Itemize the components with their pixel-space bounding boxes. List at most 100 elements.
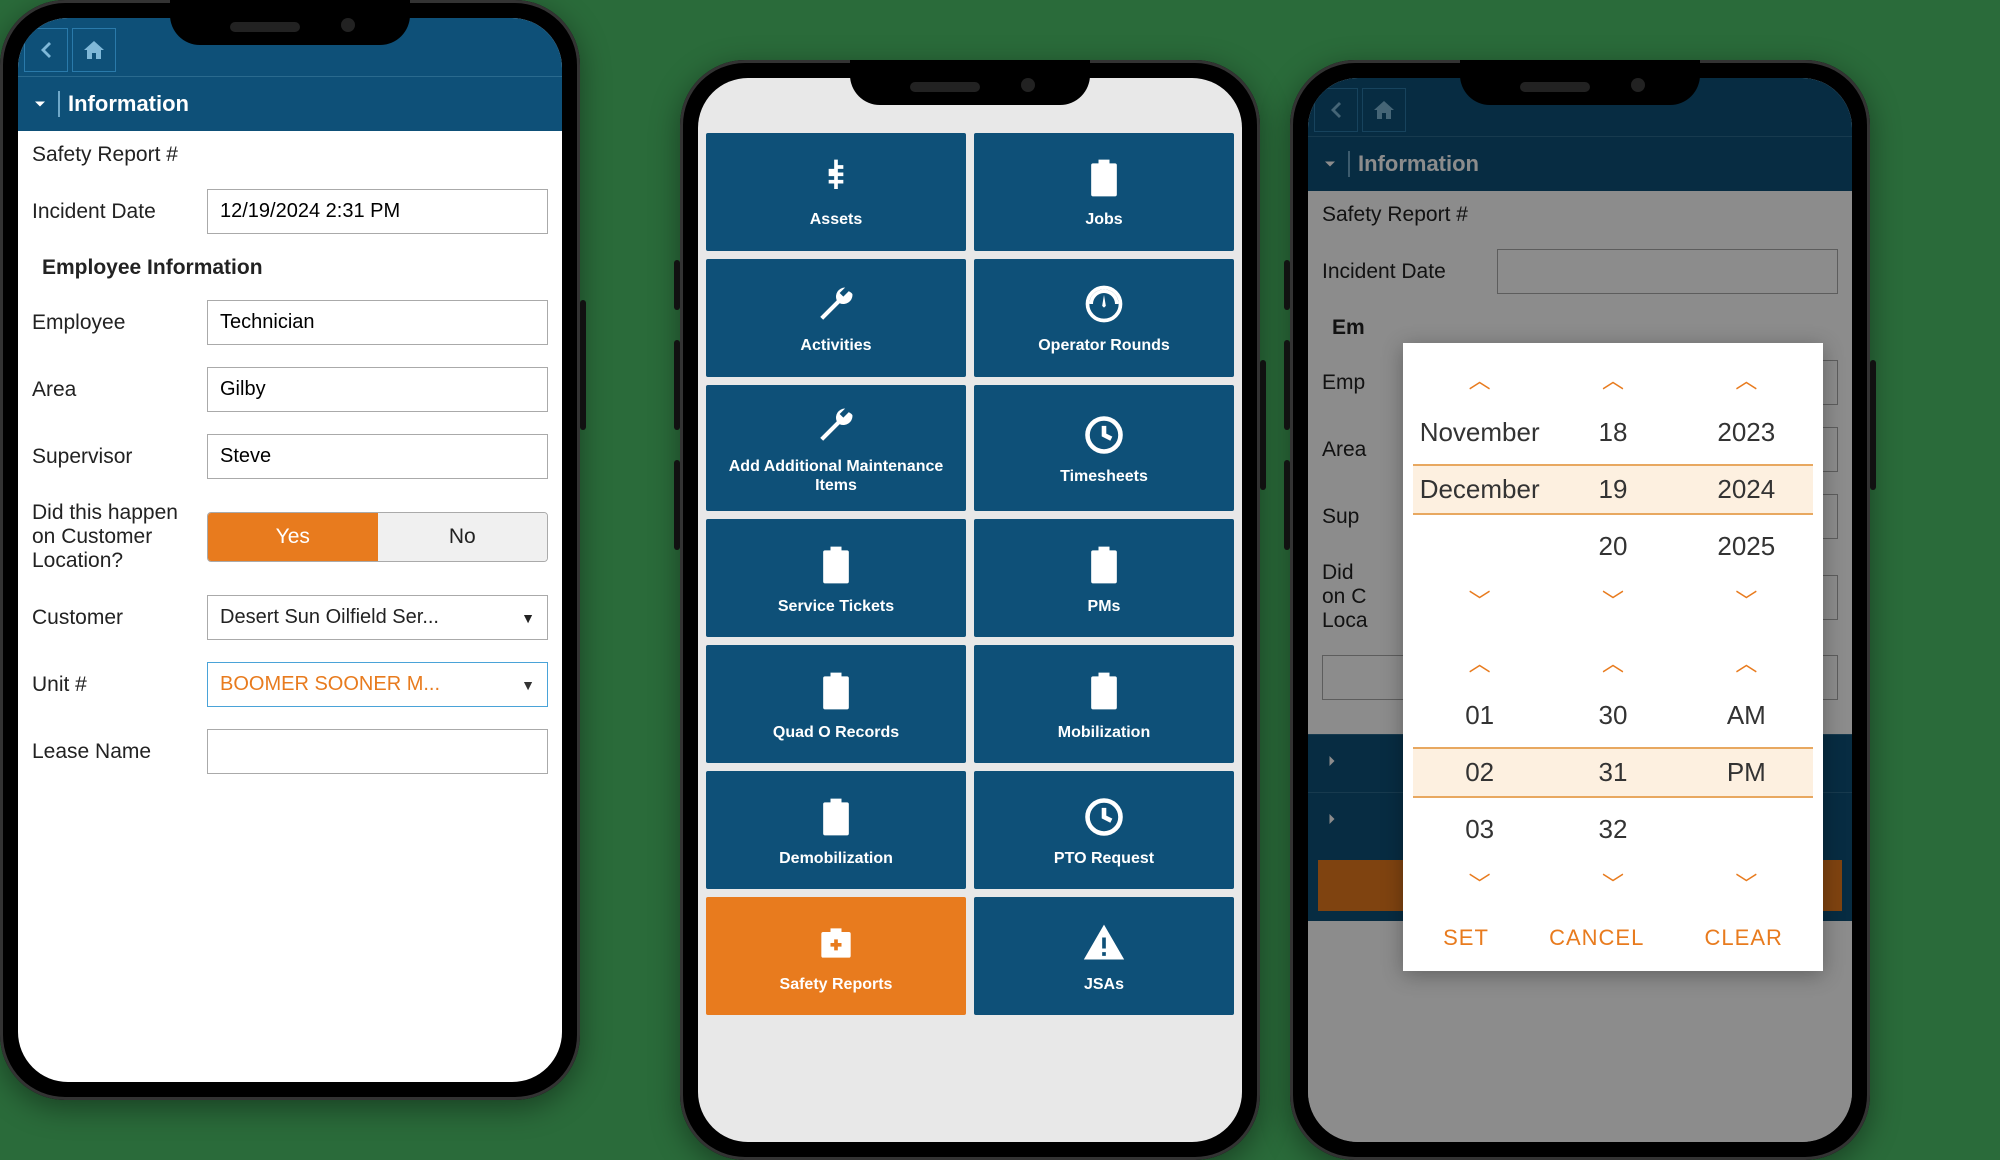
year-selected[interactable]: 2024 [1680, 464, 1813, 515]
clipboard-icon [814, 539, 858, 591]
employee-heading: Employee Information [42, 256, 548, 280]
datetime-picker: ︿ ︿ ︿ November 18 2023 December 19 2024 … [1403, 343, 1823, 971]
picker-clear[interactable]: CLEAR [1705, 925, 1783, 951]
tile-jsas[interactable]: JSAs [974, 897, 1234, 1015]
minute-next[interactable]: 32 [1546, 806, 1679, 853]
lease-input[interactable] [207, 729, 548, 774]
tile-quad-o-records[interactable]: Quad O Records [706, 645, 966, 763]
wrench-icon [814, 399, 858, 451]
tile-label: Jobs [1085, 210, 1122, 229]
tile-pms[interactable]: PMs [974, 519, 1234, 637]
year-next[interactable]: 2025 [1680, 523, 1813, 570]
clock-icon [1082, 409, 1126, 461]
ampm-next[interactable] [1680, 806, 1813, 822]
clipboard-icon [814, 791, 858, 843]
minute-up[interactable]: ︿ [1546, 640, 1679, 684]
clipboard-icon [1082, 665, 1126, 717]
day-prev[interactable]: 18 [1546, 409, 1679, 456]
ampm-prev[interactable]: AM [1680, 692, 1813, 739]
tile-assets[interactable]: Assets [706, 133, 966, 251]
tile-label: Add Additional Maintenance Items [714, 457, 958, 495]
tile-label: Mobilization [1058, 723, 1150, 742]
day-up[interactable]: ︿ [1546, 357, 1679, 401]
hour-next[interactable]: 03 [1413, 806, 1546, 853]
unit-select[interactable]: BOOMER SOONER M... ▼ [207, 662, 548, 707]
label-area: Area [32, 378, 197, 402]
hour-up[interactable]: ︿ [1413, 640, 1546, 684]
clock-icon [1082, 791, 1126, 843]
assets-icon [814, 152, 858, 204]
form-body: Safety Report # Incident Date Employee I… [18, 131, 562, 808]
tile-label: Activities [800, 336, 871, 355]
customer-select[interactable]: Desert Sun Oilfield Ser... ▼ [207, 595, 548, 640]
tile-label: Safety Reports [780, 975, 893, 994]
main-menu-grid: Assets Jobs Activities Operator Rounds Add A… [698, 78, 1242, 1142]
minute-selected[interactable]: 31 [1546, 747, 1679, 798]
label-lease: Lease Name [32, 740, 197, 764]
wrench-icon [814, 278, 858, 330]
caret-down-icon: ▼ [521, 610, 535, 626]
tile-mobilization[interactable]: Mobilization [974, 645, 1234, 763]
tile-label: Demobilization [779, 849, 893, 868]
ampm-up[interactable]: ︿ [1680, 640, 1813, 684]
ampm-selected[interactable]: PM [1680, 747, 1813, 798]
label-employee: Employee [32, 311, 197, 335]
ampm-down[interactable]: ﹀ [1680, 861, 1813, 905]
minute-prev[interactable]: 30 [1546, 692, 1679, 739]
label-report-no: Safety Report # [32, 143, 178, 167]
month-down[interactable]: ﹀ [1413, 578, 1546, 622]
toggle-yes[interactable]: Yes [208, 513, 378, 561]
supervisor-input[interactable] [207, 434, 548, 479]
month-selected[interactable]: December [1413, 464, 1546, 515]
caret-down-icon: ▼ [521, 677, 535, 693]
month-next[interactable] [1413, 523, 1546, 539]
section-header-information[interactable]: Information [18, 76, 562, 131]
section-title: Information [58, 91, 189, 117]
day-selected[interactable]: 19 [1546, 464, 1679, 515]
tile-safety-reports[interactable]: Safety Reports [706, 897, 966, 1015]
tile-add-additional-maintenance-items[interactable]: Add Additional Maintenance Items [706, 385, 966, 511]
chevron-down-icon [30, 94, 50, 114]
chevron-left-icon [34, 38, 58, 62]
phone-datepicker: Information Safety Report # Incident Dat… [1290, 60, 1870, 1160]
year-up[interactable]: ︿ [1680, 357, 1813, 401]
day-next[interactable]: 20 [1546, 523, 1679, 570]
month-up[interactable]: ︿ [1413, 357, 1546, 401]
clipboard-icon [814, 665, 858, 717]
minute-down[interactable]: ﹀ [1546, 861, 1679, 905]
year-prev[interactable]: 2023 [1680, 409, 1813, 456]
tile-operator-rounds[interactable]: Operator Rounds [974, 259, 1234, 377]
tile-label: Assets [810, 210, 862, 229]
label-customer: Customer [32, 606, 197, 630]
phone-form: Information Safety Report # Incident Dat… [0, 0, 580, 1100]
tile-jobs[interactable]: Jobs [974, 133, 1234, 251]
phone-menu: Assets Jobs Activities Operator Rounds Add A… [680, 60, 1260, 1160]
customer-value: Desert Sun Oilfield Ser... [220, 606, 439, 629]
tile-timesheets[interactable]: Timesheets [974, 385, 1234, 511]
hour-prev[interactable]: 01 [1413, 692, 1546, 739]
area-input[interactable] [207, 367, 548, 412]
tile-label: Operator Rounds [1038, 336, 1170, 355]
back-button[interactable] [24, 28, 68, 72]
year-down[interactable]: ﹀ [1680, 578, 1813, 622]
home-button[interactable] [72, 28, 116, 72]
customer-location-toggle: Yes No [207, 512, 548, 562]
tile-label: Service Tickets [778, 597, 894, 616]
tile-service-tickets[interactable]: Service Tickets [706, 519, 966, 637]
tile-demobilization[interactable]: Demobilization [706, 771, 966, 889]
label-unit: Unit # [32, 673, 197, 697]
tile-label: PTO Request [1054, 849, 1154, 868]
hour-selected[interactable]: 02 [1413, 747, 1546, 798]
picker-set[interactable]: SET [1443, 925, 1489, 951]
incident-date-input[interactable] [207, 189, 548, 234]
clipboard-icon [1082, 539, 1126, 591]
hour-down[interactable]: ﹀ [1413, 861, 1546, 905]
month-prev[interactable]: November [1413, 409, 1546, 456]
tile-pto-request[interactable]: PTO Request [974, 771, 1234, 889]
employee-input[interactable] [207, 300, 548, 345]
toggle-no[interactable]: No [378, 513, 548, 561]
picker-cancel[interactable]: CANCEL [1549, 925, 1644, 951]
day-down[interactable]: ﹀ [1546, 578, 1679, 622]
tile-activities[interactable]: Activities [706, 259, 966, 377]
tile-label: Quad O Records [773, 723, 899, 742]
